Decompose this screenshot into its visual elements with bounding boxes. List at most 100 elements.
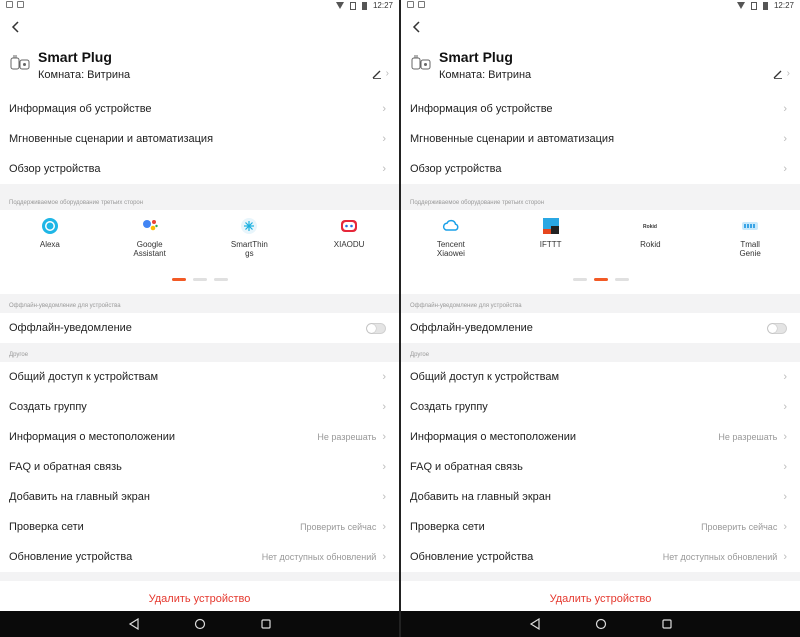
other-section-title: Другое <box>410 352 430 358</box>
menu-row[interactable]: FAQ и обратная связь › <box>0 452 399 482</box>
service-item[interactable]: Tmall Genie <box>715 217 785 278</box>
menu-row-label: Общий доступ к устройствам <box>9 371 159 383</box>
menu-row[interactable]: Обновление устройства Нет доступных обнов… <box>0 542 399 572</box>
back-arrow-icon[interactable] <box>9 20 23 34</box>
edit-device-button[interactable]: › <box>372 68 389 79</box>
menu-row-right: Не разрешать › <box>317 431 386 443</box>
service-item[interactable]: Google Assistant <box>115 217 185 278</box>
service-item[interactable]: SmartThings <box>214 217 284 278</box>
offline-notification-label: Оффлайн-уведомление <box>410 322 533 334</box>
pager-dot[interactable] <box>614 278 629 281</box>
rokid-icon: Rokid <box>641 217 659 235</box>
third-party-services: Alexa Google Assistant SmartThings XIAODU <box>0 210 399 278</box>
nav-recents-icon[interactable] <box>260 618 272 630</box>
menu-row[interactable]: Обзор устройства › <box>401 154 800 184</box>
pager-dot[interactable] <box>572 278 587 281</box>
offline-notification-toggle[interactable] <box>366 322 386 334</box>
menu-row[interactable]: Добавить на главный экран › <box>401 482 800 512</box>
device-menu: Информация об устройстве › Мгновенные сцен… <box>401 94 800 184</box>
edit-device-button[interactable]: › <box>773 68 790 79</box>
gallery-notification-icon <box>407 1 414 8</box>
pager-dot[interactable] <box>171 278 186 281</box>
menu-row[interactable]: FAQ и обратная связь › <box>401 452 800 482</box>
menu-row-right: Проверить сейчас › <box>701 521 787 533</box>
offline-notification-row: Оффлайн-уведомление <box>401 313 800 343</box>
menu-row[interactable]: Информация об устройстве › <box>0 94 399 124</box>
third-party-services: Tencent Xiaowei IFTTT Rokid Rokid Tmall Geni… <box>401 210 800 278</box>
menu-row-label: Добавить на главный экран <box>410 491 551 503</box>
menu-row-label: FAQ и обратная связь <box>9 461 122 473</box>
service-item[interactable]: Rokid Rokid <box>615 217 685 278</box>
chevron-right-icon: › <box>783 401 787 413</box>
chevron-right-icon: › <box>382 401 386 413</box>
third-party-section-title: Поддерживаемое оборудование третьих стор… <box>410 200 545 206</box>
menu-row-label: Создать группу <box>410 401 488 413</box>
notification-icons <box>407 1 425 8</box>
menu-row[interactable]: Обзор устройства › <box>0 154 399 184</box>
menu-row-right: Нет доступных обновлений › <box>262 551 386 563</box>
pager-dot[interactable] <box>213 278 228 281</box>
menu-row[interactable]: Мгновенные сценарии и автоматизация › <box>401 124 800 154</box>
wifi-icon <box>335 2 344 9</box>
mail-notification-icon <box>418 1 425 8</box>
menu-row-value: Не разрешать <box>317 432 377 442</box>
menu-row-right: › <box>783 371 787 383</box>
pencil-icon <box>773 70 782 79</box>
menu-row-right: › <box>382 461 386 473</box>
device-room: Комната: Витрина <box>439 69 532 81</box>
phone-screen-left: 12:27 Smart Plug Комната: Витрина › Инфо… <box>0 0 399 637</box>
offline-notification-row: Оффлайн-уведомление <box>0 313 399 343</box>
chevron-right-icon: › <box>783 103 787 115</box>
service-item[interactable]: Alexa <box>15 217 85 278</box>
menu-row[interactable]: Обновление устройства Нет доступных обнов… <box>401 542 800 572</box>
menu-row-label: Обновление устройства <box>410 551 534 563</box>
status-indicators: 12:27 <box>736 1 794 10</box>
nav-home-icon[interactable] <box>595 618 607 630</box>
offline-section-title: Оффлайн-уведомление для устройства <box>410 303 522 309</box>
nav-home-icon[interactable] <box>194 618 206 630</box>
service-item[interactable]: XIAODU <box>314 217 384 278</box>
menu-row-right: › <box>382 401 386 413</box>
mail-notification-icon <box>17 1 24 8</box>
service-item[interactable]: IFTTT <box>516 217 586 278</box>
offline-notification-toggle[interactable] <box>767 322 787 334</box>
gallery-notification-icon <box>6 1 13 8</box>
nav-back-icon[interactable] <box>128 618 140 630</box>
nav-back-icon[interactable] <box>529 618 541 630</box>
tencent-xiaowei-icon <box>442 217 460 235</box>
notification-icons <box>6 1 24 8</box>
chevron-right-icon: › <box>783 491 787 503</box>
back-arrow-icon[interactable] <box>410 20 424 34</box>
pager-dot[interactable] <box>192 278 207 281</box>
menu-row-label: Информация о местоположении <box>9 431 175 443</box>
other-menu: Общий доступ к устройствам › Создать групп… <box>0 362 399 572</box>
wifi-icon <box>736 2 745 9</box>
menu-row[interactable]: Информация о местоположении Не разрешать › <box>401 422 800 452</box>
device-name: Smart Plug <box>38 49 112 65</box>
service-label: Tencent Xiaowei <box>436 240 465 258</box>
status-time: 12:27 <box>773 1 794 10</box>
chevron-right-icon: › <box>382 491 386 503</box>
menu-row[interactable]: Информация о местоположении Не разрешать › <box>0 422 399 452</box>
menu-row[interactable]: Создать группу › <box>0 392 399 422</box>
menu-row[interactable]: Мгновенные сценарии и автоматизация › <box>0 124 399 154</box>
menu-row[interactable]: Создать группу › <box>401 392 800 422</box>
service-item[interactable]: Tencent Xiaowei <box>416 217 486 278</box>
chevron-right-icon: › <box>382 103 386 115</box>
menu-row[interactable]: Проверка сети Проверить сейчас › <box>401 512 800 542</box>
status-bar: 12:27 <box>401 0 800 12</box>
menu-row-value: Проверить сейчас <box>300 522 377 532</box>
menu-row-label: Мгновенные сценарии и автоматизация <box>9 133 214 145</box>
menu-row[interactable]: Общий доступ к устройствам › <box>401 362 800 392</box>
nav-recents-icon[interactable] <box>661 618 673 630</box>
menu-row[interactable]: Общий доступ к устройствам › <box>0 362 399 392</box>
menu-row[interactable]: Проверка сети Проверить сейчас › <box>0 512 399 542</box>
service-label: XIAODU <box>333 240 365 249</box>
menu-row-label: Мгновенные сценарии и автоматизация <box>410 133 615 145</box>
menu-row-label: Добавить на главный экран <box>9 491 150 503</box>
menu-row[interactable]: Информация об устройстве › <box>401 94 800 124</box>
pager-dot[interactable] <box>593 278 608 281</box>
menu-row-right: Не разрешать › <box>718 431 787 443</box>
chevron-right-icon: › <box>382 163 386 175</box>
menu-row[interactable]: Добавить на главный экран › <box>0 482 399 512</box>
